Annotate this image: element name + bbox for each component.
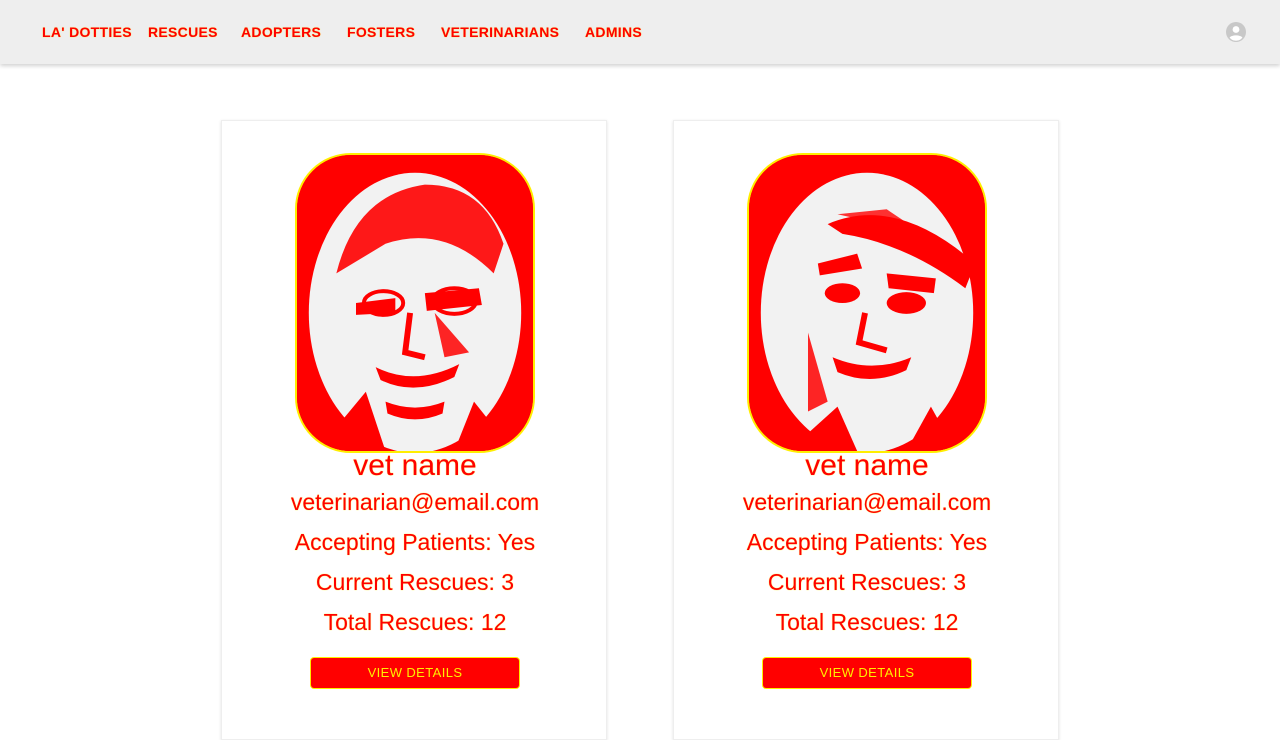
accepting-patients-status: Accepting Patients: Yes bbox=[746, 529, 988, 555]
total-rescues-count: Total Rescues: 12 bbox=[323, 609, 507, 635]
view-details-button[interactable]: VIEW DETAILS bbox=[763, 658, 971, 688]
nav-link-rescues[interactable]: RESCUES bbox=[148, 24, 218, 42]
vet-photo bbox=[295, 153, 535, 453]
vet-name: vet name bbox=[805, 449, 929, 482]
vet-photo bbox=[747, 153, 987, 453]
vet-email[interactable]: veterinarian@email.com bbox=[222, 489, 608, 516]
current-rescues-count: Current Rescues: 3 bbox=[315, 569, 515, 595]
view-details-button[interactable]: VIEW DETAILS bbox=[311, 658, 519, 688]
nav-brand-link[interactable]: LA' DOTTIES bbox=[42, 24, 132, 42]
nav-link-veterinarians[interactable]: VETERINARIANS bbox=[441, 24, 559, 42]
vet-card: vet name veterinarian@email.com Acceptin… bbox=[221, 120, 607, 740]
current-rescues-count: Current Rescues: 3 bbox=[767, 569, 967, 595]
nav-link-fosters[interactable]: FOSTERS bbox=[347, 24, 415, 42]
vet-email[interactable]: veterinarian@email.com bbox=[674, 489, 1060, 516]
vet-name: vet name bbox=[353, 449, 477, 482]
nav-link-adopters[interactable]: ADOPTERS bbox=[241, 24, 321, 42]
total-rescues-count: Total Rescues: 12 bbox=[775, 609, 959, 635]
vet-card: vet name veterinarian@email.com Acceptin… bbox=[673, 120, 1059, 740]
nav-link-admins[interactable]: ADMINS bbox=[585, 24, 642, 42]
account-circle-icon[interactable] bbox=[1226, 22, 1246, 42]
top-navbar: LA' DOTTIES RESCUES ADOPTERS FOSTERS VET… bbox=[0, 0, 1280, 64]
accepting-patients-status: Accepting Patients: Yes bbox=[294, 529, 536, 555]
